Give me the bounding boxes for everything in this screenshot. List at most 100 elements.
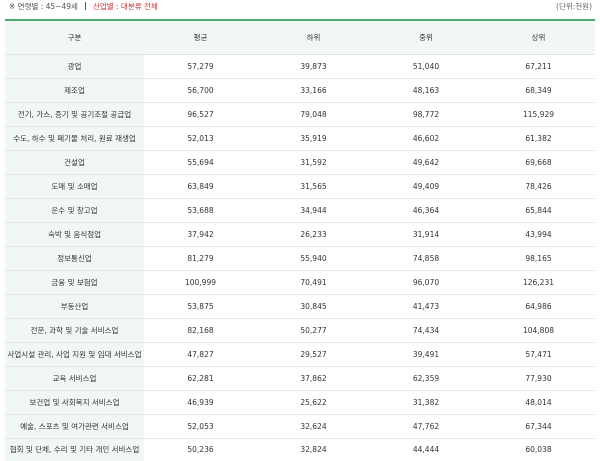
cell-upper: 78,426 (482, 174, 595, 199)
cell-median: 47,762 (370, 414, 482, 439)
cell-upper: 68,349 (482, 78, 595, 103)
cell-lower: 31,592 (257, 150, 370, 175)
table-row: 전기, 가스, 증기 및 공기조절 공급업 96,527 79,048 98,772 1… (5, 102, 595, 127)
age-filter-label: ※ 연령별 : 45~49세 (9, 2, 78, 11)
cell-upper: 115,929 (482, 102, 595, 127)
cell-median: 74,858 (370, 246, 482, 271)
table-body: 광업 57,279 39,873 51,040 67,211 제조업 56,700 33,16… (5, 54, 595, 461)
table-row: 협회 및 단체, 수리 및 기타 개인 서비스업 50,236 32,824 44,4… (5, 438, 595, 461)
table-row: 숙박 및 음식점업 37,942 26,233 31,914 43,994 (5, 222, 595, 247)
cell-median: 49,409 (370, 174, 482, 199)
cell-average: 62,281 (144, 366, 257, 391)
table-row: 보건업 및 사회복지 서비스업 46,939 25,622 31,382 48,014 (5, 390, 595, 415)
row-industry-name: 건설업 (5, 150, 144, 175)
table-row: 도매 및 소매업 63,849 31,565 49,409 78,426 (5, 174, 595, 199)
cell-lower: 37,862 (257, 366, 370, 391)
cell-average: 53,688 (144, 198, 257, 223)
filter-bar: ※ 연령별 : 45~49세 산업별 : 대분류 전체 (단위:천원) (0, 0, 600, 14)
cell-median: 46,364 (370, 198, 482, 223)
table-row: 건설업 55,694 31,592 49,642 69,668 (5, 150, 595, 175)
header-median: 중위 (370, 19, 482, 55)
cell-median: 46,602 (370, 126, 482, 151)
cell-upper: 64,986 (482, 294, 595, 319)
row-industry-name: 제조업 (5, 78, 144, 103)
cell-median: 44,444 (370, 438, 482, 461)
cell-upper: 60,038 (482, 438, 595, 461)
cell-lower: 31,565 (257, 174, 370, 199)
cell-average: 56,700 (144, 78, 257, 103)
cell-median: 51,040 (370, 54, 482, 79)
cell-median: 31,382 (370, 390, 482, 415)
cell-lower: 25,622 (257, 390, 370, 415)
table-header-row: 구분 평균 하위 중위 상위 (5, 19, 595, 55)
row-industry-name: 전문, 과학 및 기술 서비스업 (5, 318, 144, 343)
filter-summary: ※ 연령별 : 45~49세 산업별 : 대분류 전체 (9, 0, 158, 14)
row-industry-name: 운수 및 창고업 (5, 198, 144, 223)
cell-upper: 104,808 (482, 318, 595, 343)
row-industry-name: 사업시설 관리, 사업 지원 및 임대 서비스업 (5, 342, 144, 367)
header-lower: 하위 (257, 19, 370, 55)
cell-average: 47,827 (144, 342, 257, 367)
table-row: 예술, 스포츠 및 여가관련 서비스업 52,053 32,624 47,762 67,… (5, 414, 595, 439)
cell-upper: 57,471 (482, 342, 595, 367)
cell-lower: 29,527 (257, 342, 370, 367)
table-row: 정보통신업 81,279 55,940 74,858 98,165 (5, 246, 595, 271)
cell-upper: 67,344 (482, 414, 595, 439)
cell-median: 96,070 (370, 270, 482, 295)
cell-lower: 55,940 (257, 246, 370, 271)
row-industry-name: 숙박 및 음식점업 (5, 222, 144, 247)
row-industry-name: 전기, 가스, 증기 및 공기조절 공급업 (5, 102, 144, 127)
cell-lower: 50,277 (257, 318, 370, 343)
cell-average: 100,999 (144, 270, 257, 295)
cell-upper: 65,844 (482, 198, 595, 223)
cell-upper: 98,165 (482, 246, 595, 271)
row-industry-name: 수도, 하수 및 폐기물 처리, 원료 재생업 (5, 126, 144, 151)
table-row: 운수 및 창고업 53,688 34,944 46,364 65,844 (5, 198, 595, 223)
row-industry-name: 정보통신업 (5, 246, 144, 271)
cell-average: 52,053 (144, 414, 257, 439)
cell-average: 52,013 (144, 126, 257, 151)
header-upper: 상위 (482, 19, 595, 55)
cell-upper: 77,930 (482, 366, 595, 391)
cell-median: 49,642 (370, 150, 482, 175)
cell-median: 98,772 (370, 102, 482, 127)
row-industry-name: 협회 및 단체, 수리 및 기타 개인 서비스업 (5, 438, 144, 461)
table-row: 제조업 56,700 33,166 48,163 68,349 (5, 78, 595, 103)
cell-lower: 32,824 (257, 438, 370, 461)
cell-average: 46,939 (144, 390, 257, 415)
row-industry-name: 도매 및 소매업 (5, 174, 144, 199)
table-row: 금융 및 보험업 100,999 70,491 96,070 126,231 (5, 270, 595, 295)
cell-median: 41,473 (370, 294, 482, 319)
cell-lower: 34,944 (257, 198, 370, 223)
cell-upper: 48,014 (482, 390, 595, 415)
row-industry-name: 보건업 및 사회복지 서비스업 (5, 390, 144, 415)
cell-lower: 39,873 (257, 54, 370, 79)
header-category: 구분 (5, 19, 144, 55)
table-row: 수도, 하수 및 폐기물 처리, 원료 재생업 52,013 35,919 46,60… (5, 126, 595, 151)
cell-lower: 26,233 (257, 222, 370, 247)
row-industry-name: 교육 서비스업 (5, 366, 144, 391)
cell-upper: 43,994 (482, 222, 595, 247)
cell-lower: 79,048 (257, 102, 370, 127)
table-row: 사업시설 관리, 사업 지원 및 임대 서비스업 47,827 29,527 39,4… (5, 342, 595, 367)
table-row: 전문, 과학 및 기술 서비스업 82,168 50,277 74,434 104,80… (5, 318, 595, 343)
row-industry-name: 금융 및 보험업 (5, 270, 144, 295)
filter-divider (84, 2, 86, 10)
cell-lower: 30,845 (257, 294, 370, 319)
cell-average: 81,279 (144, 246, 257, 271)
cell-upper: 126,231 (482, 270, 595, 295)
cell-lower: 35,919 (257, 126, 370, 151)
cell-average: 55,694 (144, 150, 257, 175)
row-industry-name: 부동산업 (5, 294, 144, 319)
header-average: 평균 (144, 19, 257, 55)
cell-average: 50,236 (144, 438, 257, 461)
cell-median: 39,491 (370, 342, 482, 367)
cell-average: 96,527 (144, 102, 257, 127)
cell-lower: 70,491 (257, 270, 370, 295)
cell-average: 53,875 (144, 294, 257, 319)
cell-average: 37,942 (144, 222, 257, 247)
cell-median: 31,914 (370, 222, 482, 247)
cell-average: 57,279 (144, 54, 257, 79)
salary-table-page: ※ 연령별 : 45~49세 산업별 : 대분류 전체 (단위:천원) 구분 평균… (0, 0, 600, 461)
salary-table: 구분 평균 하위 중위 상위 광업 57,279 39,873 51,040 67,21… (5, 19, 595, 461)
